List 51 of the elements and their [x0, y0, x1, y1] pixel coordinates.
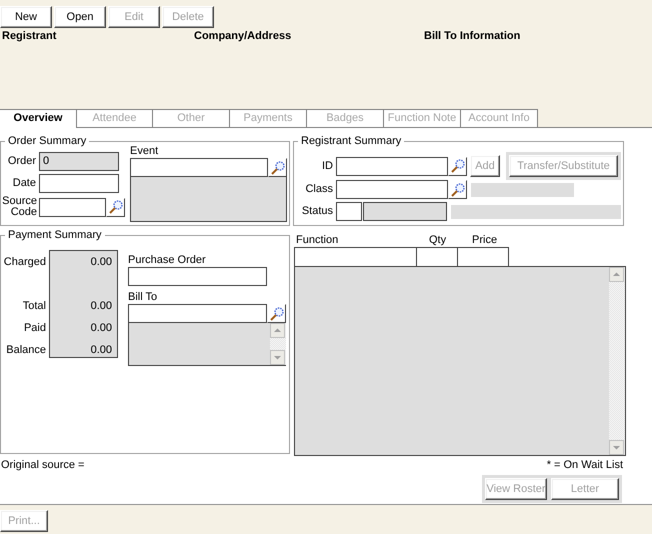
column-header: Company/Address: [194, 30, 292, 42]
field-label: Class: [304, 183, 334, 196]
toolbar-button[interactable]: New: [0, 6, 52, 28]
status-field[interactable]: [363, 202, 447, 221]
toolbar-button[interactable]: Open: [54, 6, 106, 28]
search-button[interactable]: [448, 156, 467, 176]
search-icon: [270, 160, 286, 176]
column-header: Bill To Information: [424, 30, 522, 42]
amount-label: Total: [22, 300, 46, 314]
search-button[interactable]: [267, 304, 286, 323]
tab[interactable]: Overview: [0, 109, 77, 128]
column-header: Function: [296, 234, 340, 247]
field-label: Event: [130, 145, 160, 158]
amount-value: 0.00: [90, 256, 113, 270]
group-title: Payment Summary: [5, 228, 105, 242]
original-source-label: Original source =: [1, 459, 84, 472]
amount-label: Balance: [5, 344, 46, 358]
field-label: ID: [321, 160, 334, 172]
amount-label: Charged: [2, 256, 46, 270]
search-icon: [268, 306, 284, 322]
field-label: Date: [12, 177, 37, 190]
amount-value: 0.00: [90, 322, 113, 336]
field-label: Source Code: [1, 196, 38, 218]
purchase-order-field[interactable]: [128, 267, 267, 286]
amount-label: Paid: [22, 322, 46, 336]
search-button[interactable]: [448, 180, 467, 199]
date-field[interactable]: [39, 174, 119, 193]
search-icon: [108, 199, 124, 215]
wait-list-legend: * = On Wait List: [546, 459, 623, 472]
column-header: Registrant: [2, 30, 58, 42]
group-title: Order Summary: [5, 134, 90, 148]
bill-to-field[interactable]: [128, 304, 267, 323]
source-code-field[interactable]: [39, 198, 106, 216]
status-code-field[interactable]: [336, 202, 362, 221]
amount-value: 0.00: [90, 344, 113, 358]
field-label: Bill To: [128, 291, 158, 304]
order-field[interactable]: 0: [39, 152, 119, 171]
column-header: Price: [472, 234, 498, 247]
class-field[interactable]: [336, 180, 448, 199]
search-button[interactable]: [106, 198, 125, 216]
id-field[interactable]: [336, 156, 448, 176]
amount-value: 0.00: [90, 300, 113, 314]
field-label: Purchase Order: [128, 254, 207, 267]
search-icon: [450, 158, 466, 174]
group-title: Registrant Summary: [298, 134, 404, 148]
search-button[interactable]: [268, 158, 287, 177]
column-header: Qty: [429, 234, 448, 247]
event-field[interactable]: [130, 158, 268, 177]
field-label: Order: [6, 155, 37, 168]
search-icon: [450, 182, 466, 198]
field-label: Status: [300, 205, 334, 218]
